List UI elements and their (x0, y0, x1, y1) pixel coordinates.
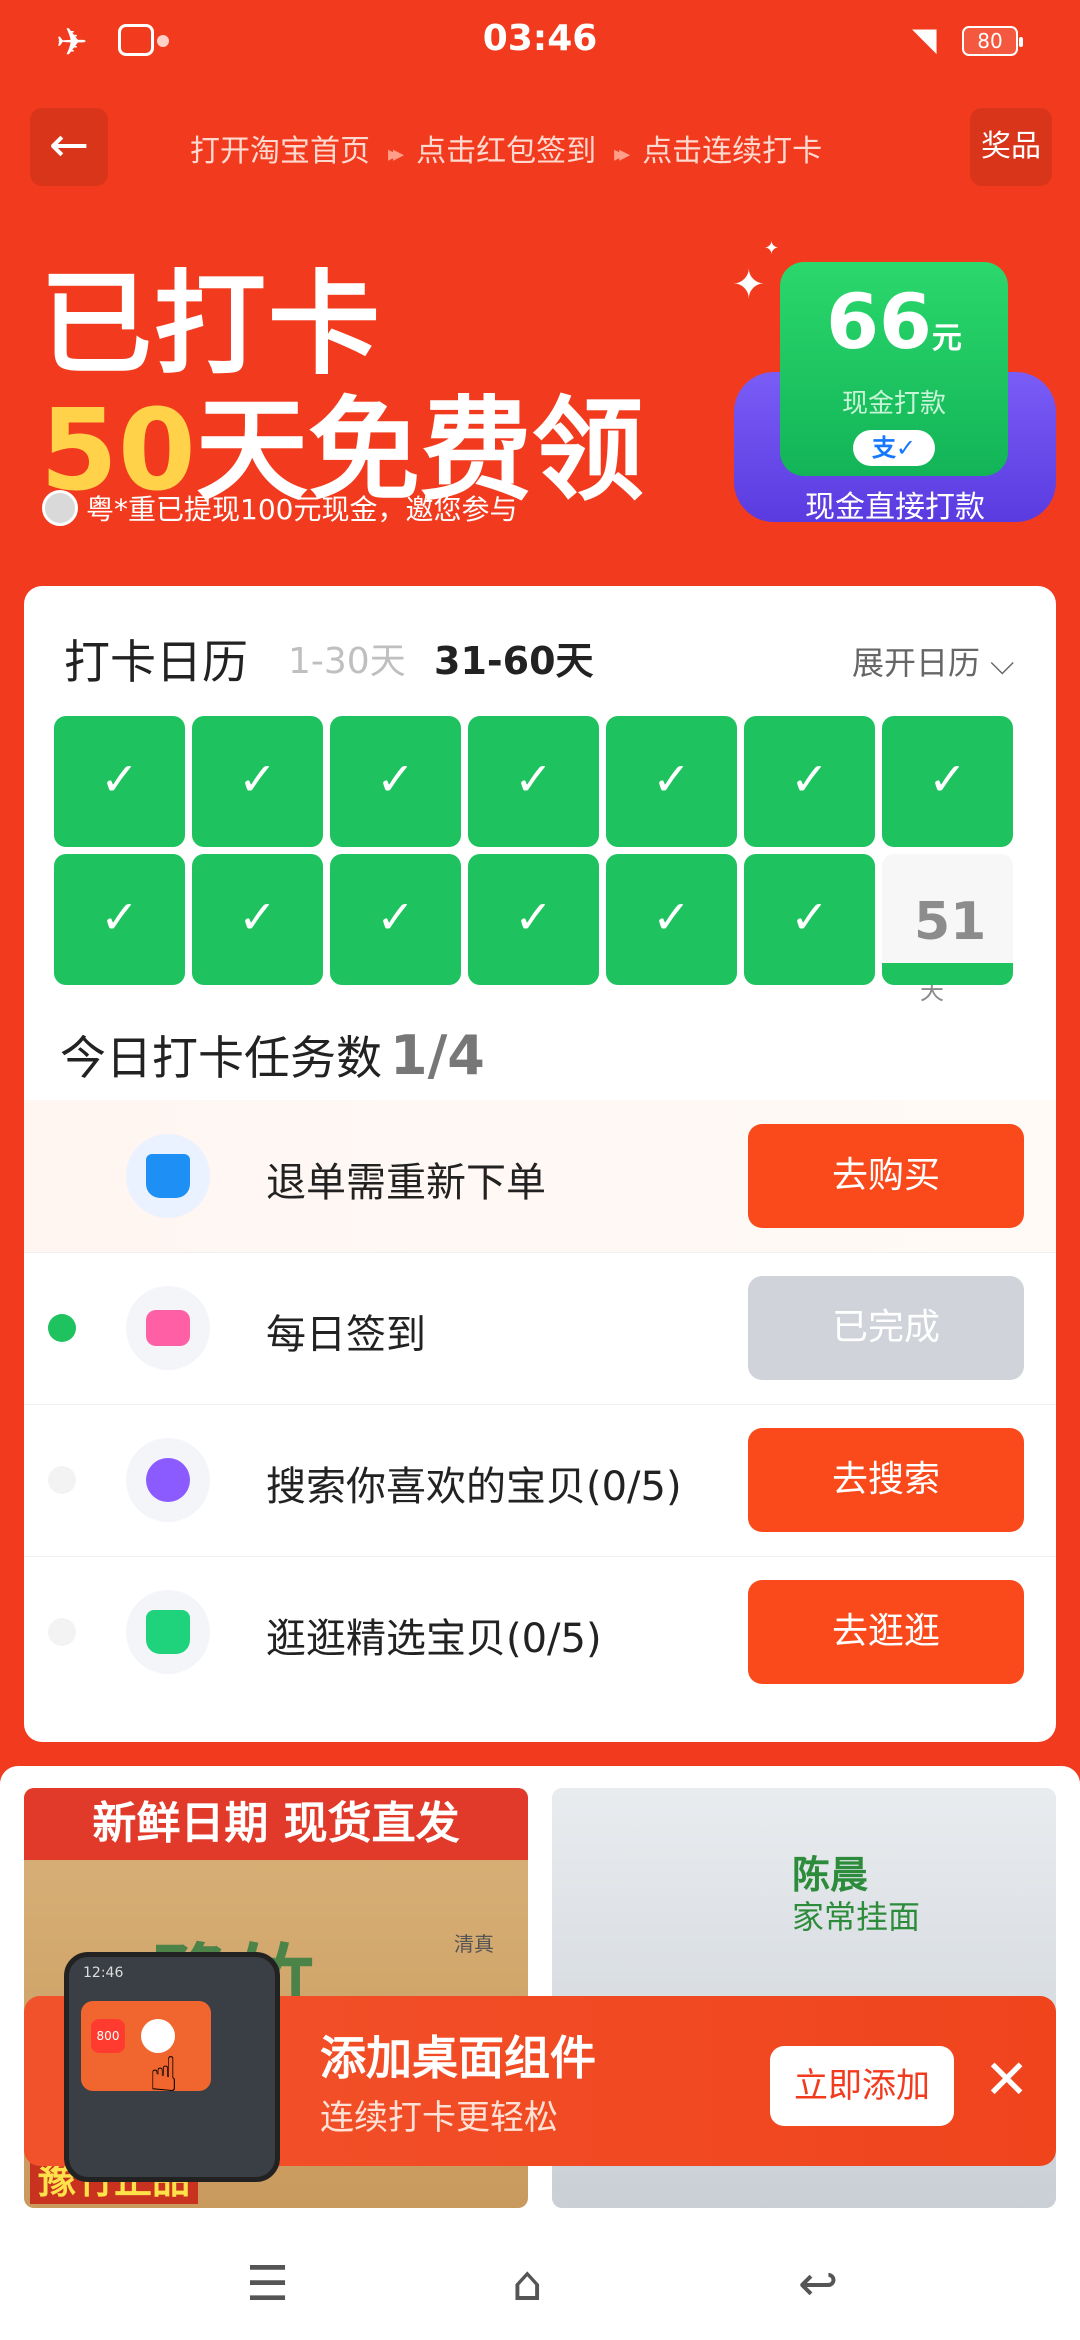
calendar-day-checked: ✓ (54, 716, 185, 847)
product-tag: 清真 (454, 1932, 494, 1956)
buy-button[interactable]: 去购买 (748, 1124, 1024, 1228)
check-icon: ✓ (238, 890, 277, 944)
check-icon: ✓ (514, 752, 553, 806)
product-banner: 新鲜日期 现货直发 (24, 1788, 528, 1860)
step-1: 打开淘宝首页 (190, 134, 370, 169)
task-header-label: 今日打卡任务数 (60, 1031, 382, 1085)
task-item-browse: 逛逛精选宝贝(0/5) 去逛逛 (24, 1556, 1056, 1708)
avatar (42, 490, 78, 526)
task-item-reorder: 退单需重新下单 去购买 (24, 1100, 1056, 1252)
battery-icon: 80 (962, 26, 1023, 56)
prize-button[interactable]: 奖品 (970, 108, 1052, 186)
cash-reward-card[interactable]: 66元 现金打款 支✓ (780, 262, 1008, 476)
today-progress-bar (882, 963, 1013, 985)
status-bar: ✈ 03:46 ◥ 80 (0, 0, 1080, 84)
mini-widget-value: 800 (91, 2019, 125, 2053)
step-arrow-icon: ▸▸ (614, 142, 630, 167)
calendar-day-checked: ✓ (468, 854, 599, 985)
task-item-daily-signin: 每日签到 已完成 (24, 1252, 1056, 1404)
step-2: 点击红包签到 (416, 134, 597, 169)
calendar-day-today: 51天 (882, 854, 1013, 1005)
task-item-search: 搜索你喜欢的宝贝(0/5) 去搜索 (24, 1404, 1056, 1556)
calendar-day-checked: ✓ (330, 716, 461, 847)
check-icon: ✓ (100, 890, 139, 944)
check-icon: ✓ (652, 890, 691, 944)
phone-time: 12:46 (83, 1965, 124, 1981)
mini-widget: 800 (81, 2001, 211, 2091)
calendar-day-checked: ✓ (882, 716, 1013, 847)
product-brand: 陈晨 (792, 1853, 869, 1897)
calendar-grid: ✓ ✓ ✓ ✓ ✓ ✓ ✓ ✓ ✓ ✓ ✓ ✓ ✓ 51天 (54, 716, 1026, 1005)
check-icon: ✓ (514, 890, 553, 944)
today-day-number: 51天 (914, 892, 987, 1005)
task-name: 退单需重新下单 (266, 1160, 546, 1206)
widget-subtitle: 连续打卡更轻松 (320, 2098, 558, 2138)
alipay-wechat-icon: 支✓ (853, 430, 935, 466)
task-name: 逛逛精选宝贝(0/5) (266, 1616, 602, 1662)
system-nav-bar: ☰ ⌂ ↩ (0, 2226, 1080, 2340)
sparkle-icon: ✦ (764, 238, 780, 259)
task-status-dot (48, 1466, 76, 1494)
social-proof: 粤*重已提现100元现金，邀您参与 (42, 488, 517, 528)
cash-amount: 66元 (826, 277, 962, 366)
phone-illustration: 12:46 800 ☝ (64, 1952, 280, 2182)
calendar-day-checked: ✓ (192, 716, 323, 847)
heart-search-icon (146, 1458, 190, 1502)
step-arrow-icon: ▸▸ (388, 142, 404, 167)
hand-pointer-icon: ☝ (149, 2047, 179, 2103)
task-header: 今日打卡任务数 1/4 (60, 1022, 485, 1088)
calendar-day-checked: ✓ (606, 854, 737, 985)
expand-calendar-button[interactable]: 展开日历 ⌵ (852, 638, 1014, 684)
checkin-card: 打卡日历 1-30天 31-60天 展开日历 ⌵ ✓ ✓ ✓ ✓ ✓ ✓ ✓ ✓ ✓ ✓ ✓ ✓ ✓ 51… (24, 586, 1056, 1742)
task-status-dot (48, 1618, 76, 1646)
wifi-icon: ◥ (912, 20, 937, 58)
calendar-title: 打卡日历 (64, 635, 248, 689)
check-icon: ✓ (652, 752, 691, 806)
cash-sub: 现金打款 (841, 389, 946, 419)
card-icon (146, 1310, 190, 1346)
widget-title: 添加桌面组件 (320, 2031, 596, 2085)
social-proof-text: 粤*重已提现100元现金，邀您参与 (86, 493, 518, 526)
search-button[interactable]: 去搜索 (748, 1428, 1024, 1532)
completed-button[interactable]: 已完成 (748, 1276, 1024, 1380)
sparkle-icon: ✦ (732, 262, 766, 308)
shopping-bag-icon (146, 1610, 190, 1654)
calendar-day-checked: ✓ (192, 854, 323, 985)
step-3: 点击连续打卡 (642, 134, 823, 169)
check-icon: ✓ (376, 890, 415, 944)
calendar-day-checked: ✓ (54, 854, 185, 985)
check-icon: ✓ (928, 752, 967, 806)
task-count: 1/4 (390, 1024, 485, 1087)
add-now-button[interactable]: 立即添加 (770, 2046, 954, 2126)
check-icon: ✓ (238, 752, 277, 806)
tab-31-60[interactable]: 31-60天 (434, 630, 594, 685)
cash-caption: 现金直接打款 (805, 490, 985, 525)
check-icon: ✓ (100, 752, 139, 806)
check-icon: ✓ (376, 752, 415, 806)
tab-1-30[interactable]: 1-30天 (288, 632, 406, 684)
calendar-day-checked: ✓ (744, 716, 875, 847)
back-nav-icon[interactable]: ↩ (798, 2256, 838, 2312)
shopping-basket-icon (146, 1154, 190, 1198)
calendar-day-checked: ✓ (744, 854, 875, 985)
task-name: 每日签到 (266, 1312, 426, 1358)
task-name: 搜索你喜欢的宝贝(0/5) (266, 1464, 682, 1510)
task-status-dot (48, 1314, 76, 1342)
calendar-day-checked: ✓ (606, 716, 737, 847)
product-sub: 家常挂面 (792, 1898, 921, 1936)
steps-guide: 打开淘宝首页 ▸▸ 点击红包签到 ▸▸ 点击连续打卡 (190, 126, 822, 170)
close-icon[interactable]: ✕ (984, 2048, 1029, 2111)
menu-icon[interactable]: ☰ (246, 2256, 289, 2312)
browse-button[interactable]: 去逛逛 (748, 1580, 1024, 1684)
home-icon[interactable]: ⌂ (512, 2256, 542, 2312)
check-icon: ✓ (790, 890, 829, 944)
back-button[interactable]: ← (30, 108, 108, 186)
check-icon: ✓ (790, 752, 829, 806)
calendar-day-checked: ✓ (468, 716, 599, 847)
add-widget-banner: 12:46 800 ☝ 添加桌面组件 连续打卡更轻松 立即添加 ✕ (24, 1952, 1056, 2182)
calendar-day-checked: ✓ (330, 854, 461, 985)
